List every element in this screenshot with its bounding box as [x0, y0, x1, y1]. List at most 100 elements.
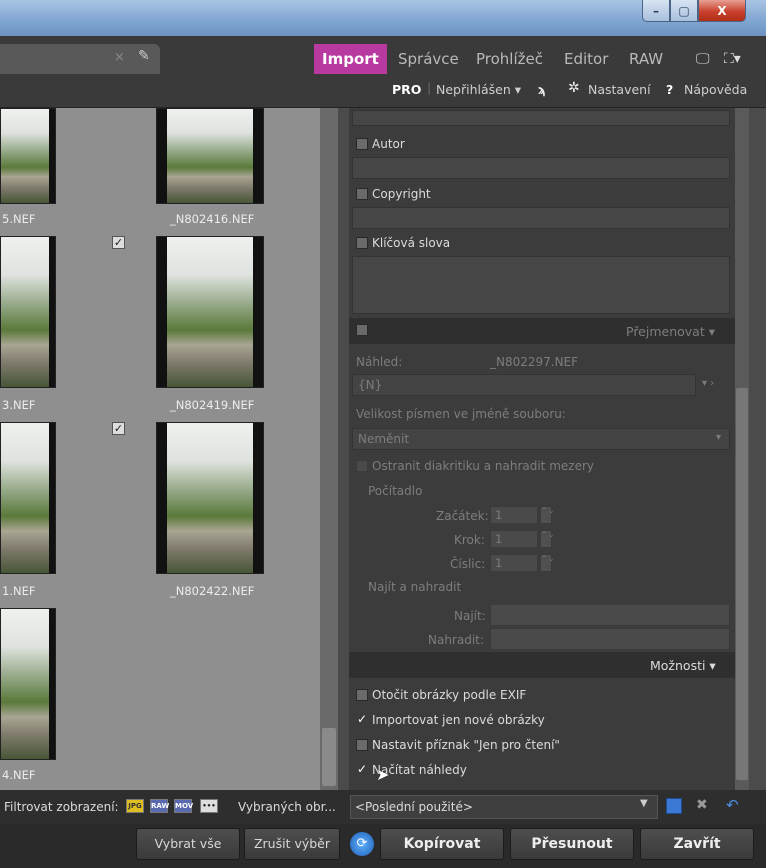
readonly-label: Nastavit příznak "Jen pro čtení" — [372, 738, 560, 752]
thumbnail[interactable] — [0, 422, 56, 574]
gallery-scrollbar[interactable] — [320, 108, 338, 790]
document-tab[interactable] — [0, 44, 160, 74]
rss-icon[interactable]: ϡ — [538, 82, 546, 97]
pro-badge[interactable]: PRO — [392, 82, 421, 97]
file-name: 3.NEF — [2, 398, 36, 412]
filter-label: Filtrovat zobrazení: — [4, 800, 119, 814]
more-filter-icon[interactable]: ••• — [200, 799, 218, 813]
autor-label: Autor — [372, 137, 405, 151]
start-label: Začátek: — [436, 509, 489, 523]
login-menu[interactable]: Nepřihlášen ▾ — [436, 82, 521, 97]
previous-field[interactable] — [352, 110, 730, 126]
find-input[interactable] — [490, 604, 730, 626]
save-icon[interactable] — [666, 798, 682, 814]
undo-icon[interactable]: ↶ — [726, 796, 739, 814]
diacritics-checkbox[interactable] — [356, 460, 368, 472]
dropdown-arrow-icon[interactable]: ▾ › — [702, 378, 714, 389]
autor-checkbox[interactable] — [356, 138, 368, 150]
file-name: _N802419.NEF — [170, 398, 255, 412]
new-only-label: Importovat jen nové obrázky — [372, 713, 545, 727]
start-input[interactable]: 1 — [490, 506, 538, 524]
thumbnail[interactable] — [0, 608, 56, 760]
gear-icon[interactable]: ✲ — [568, 80, 580, 96]
file-name: 4.NEF — [2, 768, 36, 782]
rename-checkbox[interactable] — [356, 324, 368, 336]
step-label: Krok: — [454, 533, 485, 547]
selected-count: Vybraných obr... — [238, 800, 336, 814]
maximize-button[interactable]: ▢ — [670, 0, 698, 22]
rotate-label: Otočit obrázky podle EXIF — [372, 688, 527, 702]
pattern-input[interactable] — [352, 374, 696, 396]
preset-select[interactable]: <Poslední použité> — [350, 795, 658, 819]
step-input[interactable]: 1 — [490, 530, 538, 548]
diacritics-label: Ostranit diakritiku a nahradit mezery — [372, 459, 594, 473]
chevron-down-icon[interactable]: ▾ — [716, 432, 721, 443]
readonly-checkbox[interactable] — [356, 739, 368, 751]
keywords-field[interactable] — [352, 256, 730, 314]
preview-value: _N802297.NEF — [490, 355, 579, 369]
file-name: _N802422.NEF — [170, 584, 255, 598]
start-stepper[interactable]: ⌃⌄ — [540, 506, 554, 524]
thumbnail-checkbox[interactable]: ✓ — [112, 422, 125, 435]
thumbnail[interactable] — [0, 236, 56, 388]
help-icon[interactable]: ? — [666, 82, 673, 97]
copyright-field[interactable] — [352, 207, 730, 229]
tab-import[interactable]: Import — [314, 44, 387, 74]
digits-input[interactable]: 1 — [490, 554, 538, 572]
move-button[interactable]: Přesunout — [510, 828, 634, 860]
keywords-label: Klíčová slova — [372, 236, 451, 250]
tab-prohlizec[interactable]: Prohlížeč — [468, 44, 551, 74]
monitor-icon[interactable]: 🖵 — [688, 44, 718, 74]
pencil-icon[interactable]: ✎ — [138, 48, 152, 66]
tab-spravce[interactable]: Správce — [390, 44, 467, 74]
find-label: Najít: — [454, 609, 486, 623]
copyright-checkbox[interactable] — [356, 188, 368, 200]
new-only-checkbox[interactable]: ✓ — [356, 713, 368, 726]
thumbnail-checkbox[interactable]: ✓ — [112, 236, 125, 249]
status-bar — [0, 74, 766, 108]
mouse-cursor-icon: ➤ — [376, 765, 390, 784]
thumbnail[interactable] — [156, 108, 264, 204]
jpg-filter-icon[interactable]: JPG — [126, 799, 144, 813]
digits-stepper[interactable]: ⌃⌄ — [540, 554, 554, 572]
close-button[interactable]: Zavřít — [640, 828, 754, 860]
autor-field[interactable] — [352, 157, 730, 179]
minimize-button[interactable]: – — [642, 0, 670, 22]
thumbnail[interactable] — [0, 108, 56, 204]
file-name: 1.NEF — [2, 584, 36, 598]
thumbnail[interactable] — [156, 422, 264, 574]
panel-scroll-handle[interactable] — [736, 388, 748, 780]
fullscreen-icon[interactable]: ⛶▾ — [716, 44, 749, 74]
step-stepper[interactable]: ⌃⌄ — [540, 530, 554, 548]
refresh-icon[interactable]: ⟳ — [350, 832, 374, 856]
file-name: 5.NEF — [2, 212, 36, 226]
tab-raw[interactable]: RAW — [621, 44, 671, 74]
tab-close-icon[interactable]: × — [114, 50, 125, 65]
app-window: – ▢ X × ✎ Import Správce Prohlížeč Edito… — [0, 0, 766, 868]
rename-toggle[interactable]: Přejmenovat ▾ — [626, 324, 715, 339]
findreplace-legend: Najít a nahradit — [368, 580, 462, 594]
digits-label: Číslic: — [450, 557, 486, 571]
copyright-label: Copyright — [372, 187, 431, 201]
copy-button[interactable]: Kopírovat — [380, 828, 504, 860]
tab-editor[interactable]: Editor — [556, 44, 616, 74]
close-window-button[interactable]: X — [698, 0, 746, 22]
deselect-button[interactable]: Zrušit výběr — [244, 828, 340, 860]
options-toggle[interactable]: Možnosti ▾ — [650, 658, 716, 673]
replace-input[interactable] — [490, 628, 730, 650]
thumbnail-gallery[interactable]: 5.NEF _N802416.NEF ✓ 3.NEF _N802419.NEF … — [0, 108, 320, 790]
counter-legend: Počítadlo — [368, 484, 423, 498]
previews-checkbox[interactable]: ✓ — [356, 763, 368, 776]
keywords-checkbox[interactable] — [356, 237, 368, 249]
select-all-button[interactable]: Vybrat vše — [136, 828, 240, 860]
settings-link[interactable]: Nastavení — [588, 82, 651, 97]
thumbnail[interactable] — [156, 236, 264, 388]
delete-icon[interactable]: ✖ — [696, 797, 708, 813]
rotate-checkbox[interactable] — [356, 689, 368, 701]
pattern-value: {N} — [358, 378, 383, 392]
gallery-scroll-handle[interactable] — [322, 728, 336, 786]
mov-filter-icon[interactable]: MOV — [174, 799, 193, 813]
raw-filter-icon[interactable]: RAW — [150, 799, 169, 813]
help-link[interactable]: Nápověda — [684, 82, 747, 97]
chevron-down-icon[interactable]: ▼ — [640, 798, 648, 809]
